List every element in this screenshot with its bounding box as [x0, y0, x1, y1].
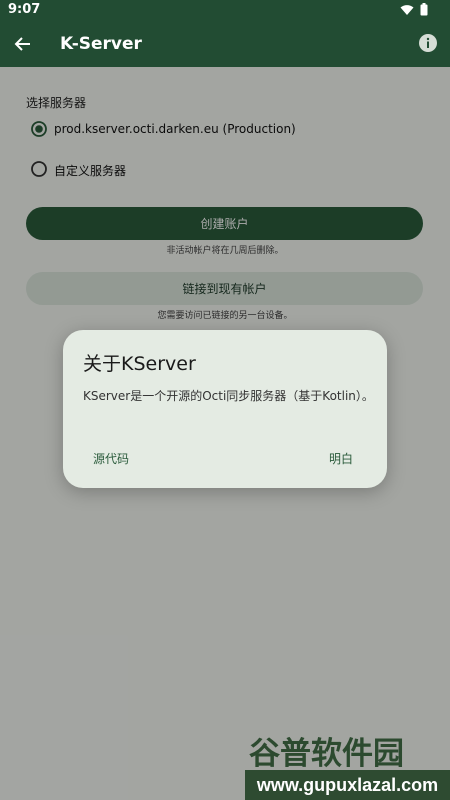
dialog-title: 关于KServer [83, 353, 196, 375]
wifi-icon [400, 4, 414, 15]
watermark-title: 谷普软件园 [249, 736, 404, 772]
watermark: 谷普软件园 www.gupuxlazal.com [245, 728, 450, 800]
status-bar: 9:07 [0, 0, 450, 20]
info-icon[interactable] [418, 33, 438, 53]
status-time: 9:07 [8, 2, 41, 17]
back-arrow-icon[interactable] [13, 34, 33, 54]
page-title: K-Server [60, 34, 142, 54]
about-dialog: 关于KServer KServer是一个开源的Octi同步服务器（基于Kotli… [63, 330, 387, 488]
status-icons [400, 3, 428, 16]
battery-icon [420, 3, 428, 16]
app-bar: K-Server [0, 20, 450, 67]
dialog-body: KServer是一个开源的Octi同步服务器（基于Kotlin）。 [83, 389, 374, 403]
ok-button[interactable]: 明白 [329, 450, 353, 467]
source-code-button[interactable]: 源代码 [93, 450, 129, 467]
watermark-url: www.gupuxlazal.com [245, 770, 450, 800]
